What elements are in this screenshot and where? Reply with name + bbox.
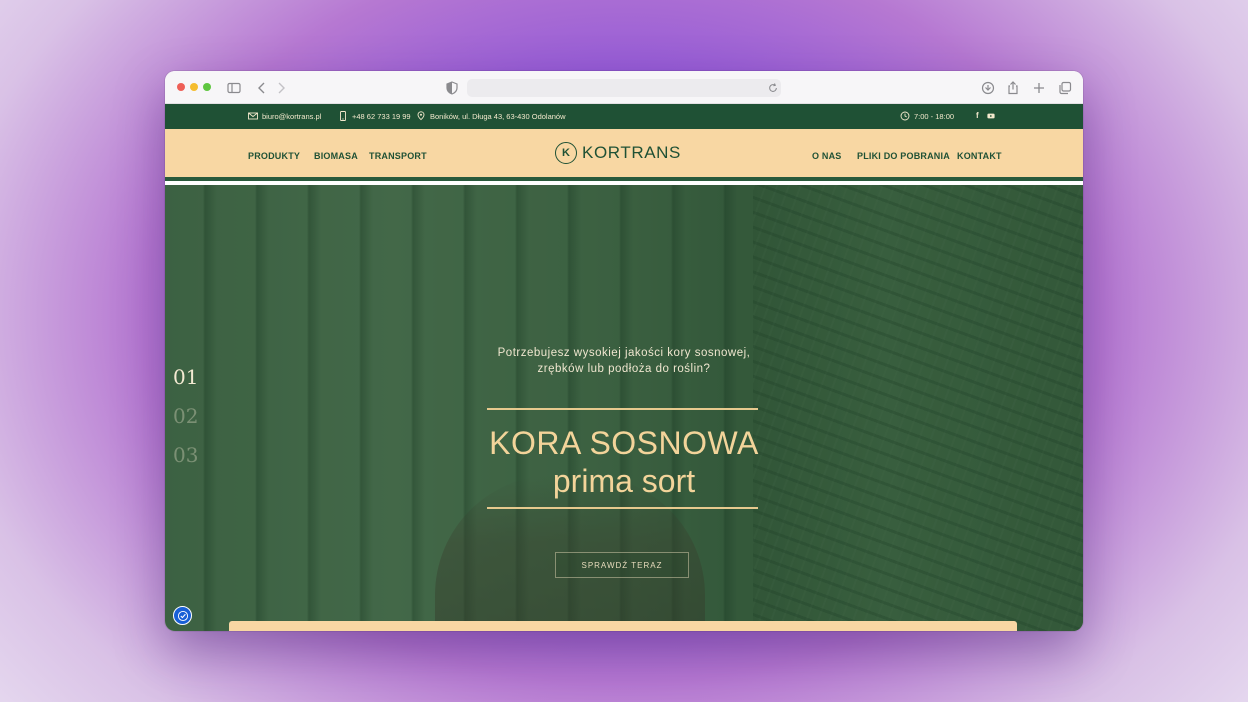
sidebar-icon[interactable] [226,80,242,96]
phone-text: +48 62 733 19 99 [352,111,411,121]
nav-link-transport[interactable]: TRANSPORT [369,151,427,161]
close-window-button[interactable] [177,83,185,91]
slide-pagination: 01 02 03 [173,365,198,482]
phone-icon [340,111,346,121]
opening-hours: 7:00 - 18:00 [900,111,954,121]
accessibility-button[interactable] [173,606,192,625]
clock-icon [900,111,910,121]
tabs-overview-icon[interactable] [1057,80,1073,96]
envelope-icon [248,112,258,120]
hero-subtitle: Potrzebujesz wysokiej jakości kory sosno… [465,345,783,377]
shield-icon[interactable] [444,80,460,96]
logo-mark-icon: K [555,142,577,164]
hero-divider-top [487,408,758,410]
nav-link-pliki-do-pobrania[interactable]: PLIKI DO POBRANIA [857,151,950,161]
location-icon [417,111,425,121]
hero-subtitle-line-2: zrębków lub podłoża do roślin? [537,363,711,375]
site-logo[interactable]: K KORTRANS [555,142,681,164]
main-nav: PRODUKTY BIOMASA TRANSPORT K KORTRANS O … [165,129,1083,181]
accessibility-icon [177,610,188,621]
hero-title: KORA SOSNOWA [489,425,759,461]
hero-title-secondary: prima sort [552,463,696,499]
address-text: Boników, ul. Długa 43, 63-430 Odolanów [430,111,566,121]
cta-button[interactable]: SPRAWDŹ TERAZ [555,552,689,578]
hero-divider-bottom [487,507,758,509]
slide-indicator-1[interactable]: 01 [173,365,198,404]
hero-slider: 01 02 03 Potrzebujesz wysokiej jakości k… [165,185,1083,631]
reload-icon[interactable] [767,81,779,93]
address-bar[interactable] [467,79,781,97]
nav-link-produkty[interactable]: PRODUKTY [248,151,300,161]
download-icon[interactable] [980,80,996,96]
slide-indicator-2[interactable]: 02 [173,404,198,443]
address-link[interactable]: Boników, ul. Długa 43, 63-430 Odolanów [416,111,566,121]
minimize-window-button[interactable] [190,83,198,91]
back-icon[interactable] [254,80,270,96]
nav-link-o-nas[interactable]: O NAS [812,151,842,161]
zoom-window-button[interactable] [203,83,211,91]
nav-link-kontakt[interactable]: KONTAKT [957,151,1002,161]
window-controls [177,83,211,91]
browser-toolbar [165,71,1083,104]
new-tab-icon[interactable] [1031,80,1047,96]
email-link[interactable]: biuro@kortrans.pl [248,111,321,121]
contact-bar: biuro@kortrans.pl +48 62 733 19 99 Bonik… [165,104,1083,129]
slide-indicator-3[interactable]: 03 [173,443,198,482]
facebook-icon[interactable]: f [976,111,979,120]
nav-link-biomasa[interactable]: BIOMASA [314,151,358,161]
email-text: biuro@kortrans.pl [262,111,322,121]
youtube-icon[interactable] [987,112,995,120]
content-strip [229,621,1017,631]
logo-text: KORTRANS [582,143,681,162]
hero-subtitle-line-1: Potrzebujesz wysokiej jakości kory sosno… [497,347,751,359]
browser-window: biuro@kortrans.pl +48 62 733 19 99 Bonik… [165,71,1083,631]
forward-icon[interactable] [273,80,289,96]
share-icon[interactable] [1005,80,1021,96]
phone-link[interactable]: +48 62 733 19 99 [338,111,411,121]
social-links: f [976,111,995,120]
hours-text: 7:00 - 18:00 [914,111,955,121]
